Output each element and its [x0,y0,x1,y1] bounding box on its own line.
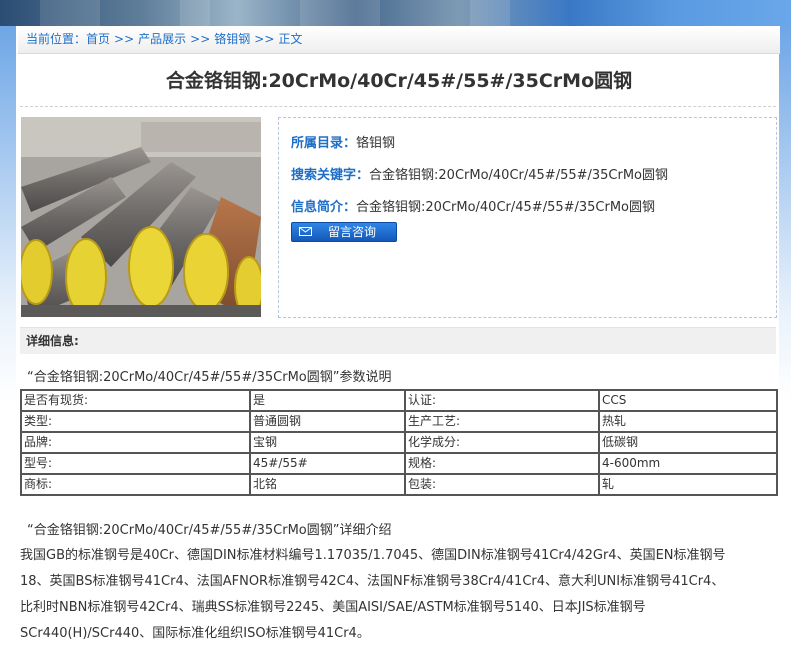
breadcrumb-separator: >> [190,32,211,46]
spec-value: 普通圆钢 [249,410,406,433]
detail-section-header: 详细信息: [20,327,776,354]
table-row: 是否有现货: 是 认证: CCS [20,389,778,412]
breadcrumb-current[interactable]: 正文 [278,32,302,46]
product-image[interactable] [21,117,261,317]
intro-line: 18、英国BS标准钢号41Cr4、法国AFNOR标准钢号42C4、法国NF标准钢… [20,574,725,589]
spec-key: 包装: [404,473,600,496]
intro-section-title: “合金铬钼钢:20CrMo/40Cr/45#/55#/35CrMo圆钢”详细介绍 [27,523,392,538]
consult-button-label: 留言咨询 [328,225,377,239]
keywords-label: 搜索关键字： [291,168,370,183]
spec-key: 化学成分: [404,431,600,454]
keywords-value: 合金铬钼钢:20CrMo/40Cr/45#/55#/35CrMo圆钢 [369,168,669,183]
spec-value: 低碳钢 [598,431,778,454]
intro-body: 我国GB的标准钢号是40Cr、德国DIN标准材料编号1.17035/1.7045… [20,543,780,647]
spec-value: 是 [249,389,406,412]
intro-line: SCr440(H)/SCr440、国际标准化组织ISO标准钢号41Cr4。 [20,626,370,641]
category-label: 所属目录： [291,136,357,151]
category-value[interactable]: 铬钼钢 [356,136,395,151]
envelope-icon [299,227,312,236]
table-row: 类型: 普通圆钢 生产工艺: 热轧 [20,410,778,433]
detail-header-label: 详细信息: [26,334,79,348]
breadcrumb-products-link[interactable]: 产品展示 [138,32,186,46]
breadcrumb-prefix: 当前位置： [26,32,87,46]
spec-value: 4-600mm [598,452,778,475]
spec-value: 宝钢 [249,431,406,454]
breadcrumb: 当前位置：首页 >> 产品展示 >> 铬钼钢 >> 正文 [18,26,780,54]
title-divider [20,106,776,107]
spec-key: 认证: [404,389,600,412]
spec-value: 热轧 [598,410,778,433]
table-row: 型号: 45#/55# 规格: 4-600mm [20,452,778,475]
spec-key: 品牌: [20,431,251,454]
summary-value: 合金铬钼钢:20CrMo/40Cr/45#/55#/35CrMo圆钢 [356,200,656,215]
header-banner [0,0,791,26]
page-side-left [0,26,16,652]
page-title: 合金铬钼钢:20CrMo/40Cr/45#/55#/35CrMo圆钢 [165,70,633,92]
breadcrumb-separator: >> [114,32,135,46]
intro-line: 比利时NBN标准钢号42Cr4、瑞典SS标准钢号2245、美国AISI/SAE/… [20,600,646,615]
keywords-row: 搜索关键字：合金铬钼钢:20CrMo/40Cr/45#/55#/35CrMo圆钢 [291,164,668,183]
spec-value: 45#/55# [249,452,406,475]
breadcrumb-category-link[interactable]: 铬钼钢 [214,32,250,46]
spec-value: 轧 [598,473,778,496]
spec-value: CCS [598,389,778,412]
spec-value: 北铭 [249,473,406,496]
param-section-title: “合金铬钼钢:20CrMo/40Cr/45#/55#/35CrMo圆钢”参数说明 [27,370,392,385]
steel-bars-photo [21,117,261,317]
category-row: 所属目录：铬钼钢 [291,132,395,151]
summary-row: 信息简介：合金铬钼钢:20CrMo/40Cr/45#/55#/35CrMo圆钢 [291,196,655,215]
spec-table: 是否有现货: 是 认证: CCS 类型: 普通圆钢 生产工艺: 热轧 品牌: 宝… [20,389,778,496]
table-row: 品牌: 宝钢 化学成分: 低碳钢 [20,431,778,454]
spec-key: 是否有现货: [20,389,251,412]
spec-key: 生产工艺: [404,410,600,433]
spec-key: 型号: [20,452,251,475]
page-side-right [779,26,791,652]
consult-button[interactable]: 留言咨询 [291,222,397,242]
summary-label: 信息简介： [291,200,357,215]
spec-key: 商标: [20,473,251,496]
breadcrumb-separator: >> [254,32,275,46]
breadcrumb-home-link[interactable]: 首页 [86,32,110,46]
intro-line: 我国GB的标准钢号是40Cr、德国DIN标准材料编号1.17035/1.7045… [20,548,726,563]
spec-key: 规格: [404,452,600,475]
spec-key: 类型: [20,410,251,433]
table-row: 商标: 北铭 包装: 轧 [20,473,778,496]
product-info-panel: 所属目录：铬钼钢 搜索关键字：合金铬钼钢:20CrMo/40Cr/45#/55#… [278,117,777,318]
